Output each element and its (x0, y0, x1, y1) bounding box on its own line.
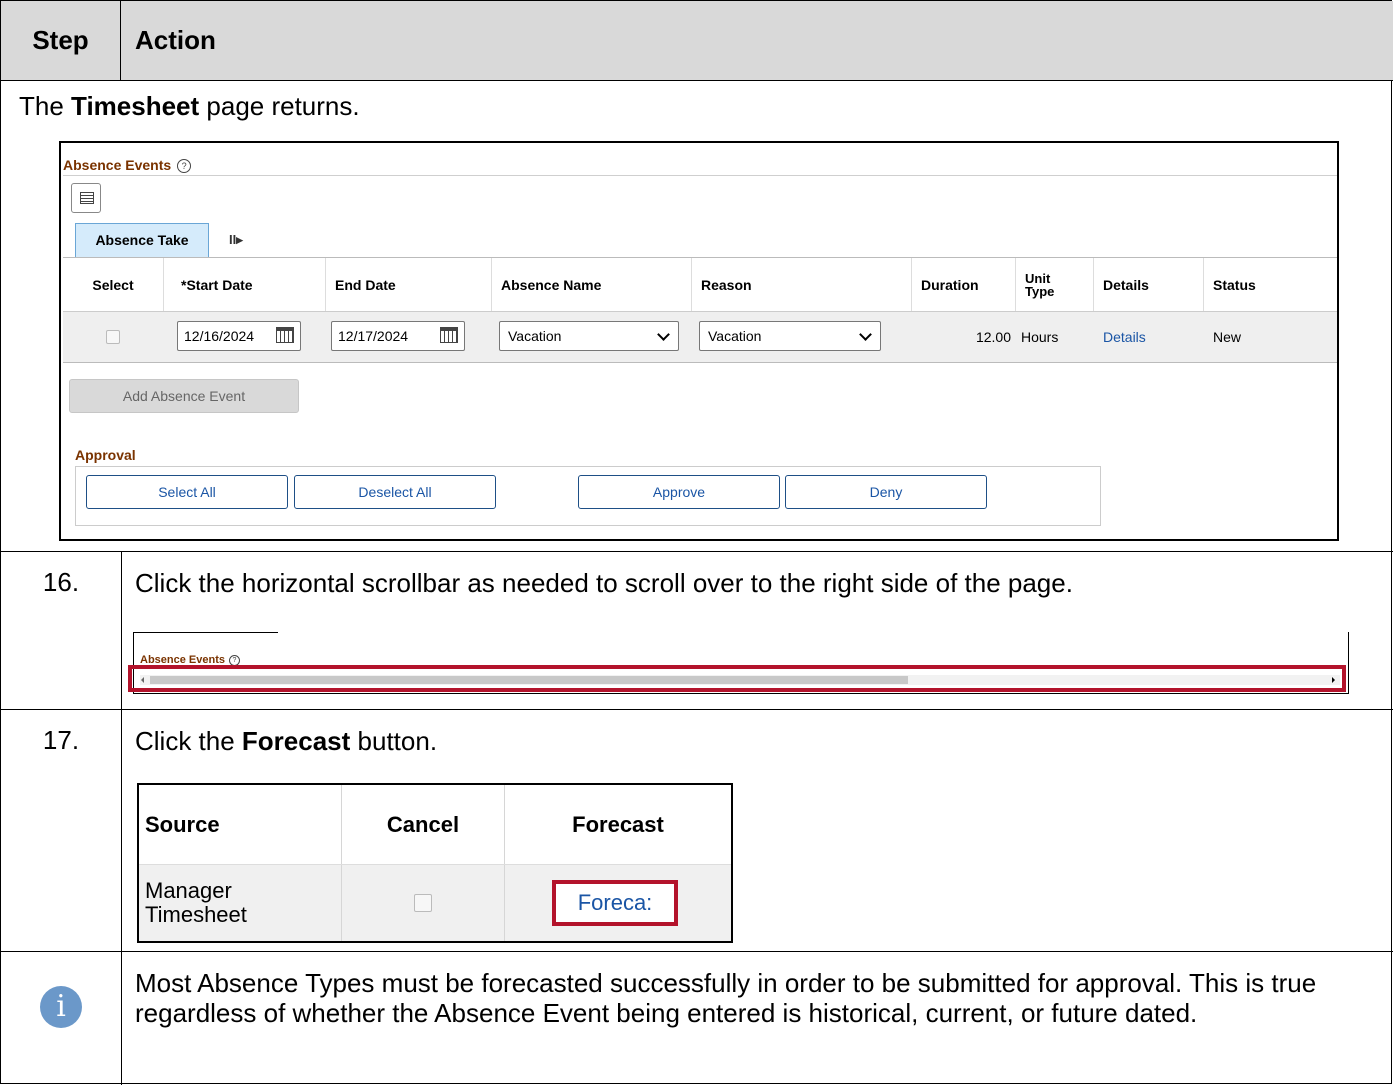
col-duration: Duration (921, 276, 979, 293)
instruction-bold: Forecast (241, 726, 351, 756)
source-line1: Manager (145, 878, 232, 903)
forecast-table-header: Source Cancel Forecast (139, 785, 731, 865)
step-number: 16. (42, 567, 80, 597)
col-status: Status (1213, 276, 1256, 293)
step-number: 17. (42, 725, 80, 755)
forecast-screenshot: Source Cancel Forecast Manager Timesheet … (137, 783, 733, 943)
col-details: Details (1103, 276, 1149, 293)
intro-text: The Timesheet page returns. (19, 91, 360, 122)
details-link[interactable]: Details (1103, 312, 1146, 362)
step-instruction: Click the horizontal scrollbar as needed… (135, 568, 1073, 598)
absence-name-value: Vacation (508, 328, 562, 344)
table-row: Manager Timesheet Foreca: (139, 865, 731, 941)
chevron-down-icon (859, 328, 872, 341)
absence-grid: Select *Start Date End Date Absence Name… (63, 257, 1337, 363)
scrollbar-screenshot: Absence Events? (128, 632, 1349, 694)
reason-value: Vacation (708, 328, 762, 344)
table-header-row: Step Action (1, 1, 1393, 81)
start-date-input[interactable]: 12/16/2024 (177, 321, 301, 351)
end-date-input[interactable]: 12/17/2024 (331, 321, 465, 351)
grid-header: Select *Start Date End Date Absence Name… (63, 258, 1337, 312)
step-instruction: Click the Forecast button. (135, 726, 437, 757)
col-unit-type-line1: Unit (1025, 270, 1051, 286)
source-line2: Timesheet (145, 902, 247, 927)
deny-button[interactable]: Deny (785, 475, 987, 509)
col-forecast: Forecast (572, 811, 664, 837)
note-row: i Most Absence Types must be forecasted … (1, 951, 1393, 1085)
absence-events-title: Absence Events? (63, 157, 192, 173)
approve-button[interactable]: Approve (578, 475, 780, 509)
step-17-row: 17. Click the Forecast button. Source Ca… (1, 709, 1393, 951)
col-reason: Reason (701, 276, 752, 293)
unit-type-value: Hours (1021, 329, 1059, 345)
start-date-value: 12/16/2024 (184, 328, 255, 344)
show-all-columns-icon[interactable]: II▸ (229, 232, 243, 248)
col-unit-type-line2: Type (1025, 283, 1055, 299)
cancel-cell (342, 865, 504, 941)
col-end-date: End Date (335, 276, 396, 293)
select-all-button[interactable]: Select All (86, 475, 288, 509)
instruction-pre: Click the (135, 726, 242, 756)
reason-select[interactable]: Vacation (699, 321, 881, 351)
absence-events-screenshot: Absence Events? Absence Take II▸ Select … (59, 141, 1339, 541)
intro-post: page returns. (199, 91, 360, 121)
col-select: Select (92, 276, 134, 293)
help-icon[interactable]: ? (177, 159, 192, 173)
select-checkbox[interactable] (106, 330, 120, 344)
calendar-icon[interactable] (276, 327, 294, 343)
note-text: Most Absence Types must be forecasted su… (135, 968, 1317, 1028)
select-cell (63, 312, 163, 362)
header-action: Action (135, 25, 216, 55)
col-start-date: *Start Date (181, 276, 253, 293)
instruction-post: button. (350, 726, 438, 756)
intro-bold: Timesheet (71, 91, 200, 121)
info-icon: i (40, 986, 82, 1028)
col-unit-type: Unit Type (1025, 258, 1054, 311)
absence-name-select[interactable]: Vacation (499, 321, 679, 351)
end-date-value: 12/17/2024 (338, 328, 409, 344)
approval-box: Select All Deselect All Approve Deny (75, 466, 1101, 526)
add-absence-event-button[interactable]: Add Absence Event (69, 379, 299, 413)
table-row: 12/16/2024 12/17/2024 Vacation Vacation … (63, 312, 1337, 362)
absence-events-title-text: Absence Events (63, 157, 172, 173)
status-value: New (1213, 329, 1242, 345)
deselect-all-button[interactable]: Deselect All (294, 475, 496, 509)
col-absence-name: Absence Name (501, 276, 602, 293)
intro-pre: The (19, 91, 72, 121)
procedure-document: Step Action The Timesheet page returns. … (0, 0, 1393, 1085)
grid-personalize-icon[interactable] (71, 183, 101, 213)
col-source: Source (145, 811, 220, 837)
step-16-row: 16. Click the horizontal scrollbar as ne… (1, 551, 1393, 709)
divider (63, 175, 1337, 176)
tab-absence-take[interactable]: Absence Take (75, 223, 209, 257)
forecast-button[interactable]: Foreca: (552, 880, 678, 926)
highlight-box (128, 665, 1346, 692)
source-value: Manager Timesheet (145, 865, 247, 941)
calendar-icon[interactable] (440, 327, 458, 343)
cancel-checkbox[interactable] (414, 894, 432, 912)
approval-title: Approval (75, 447, 136, 463)
header-step: Step (1, 1, 121, 80)
chevron-down-icon (657, 328, 670, 341)
col-cancel: Cancel (386, 811, 460, 837)
duration-value: 12.00 (975, 329, 1011, 345)
